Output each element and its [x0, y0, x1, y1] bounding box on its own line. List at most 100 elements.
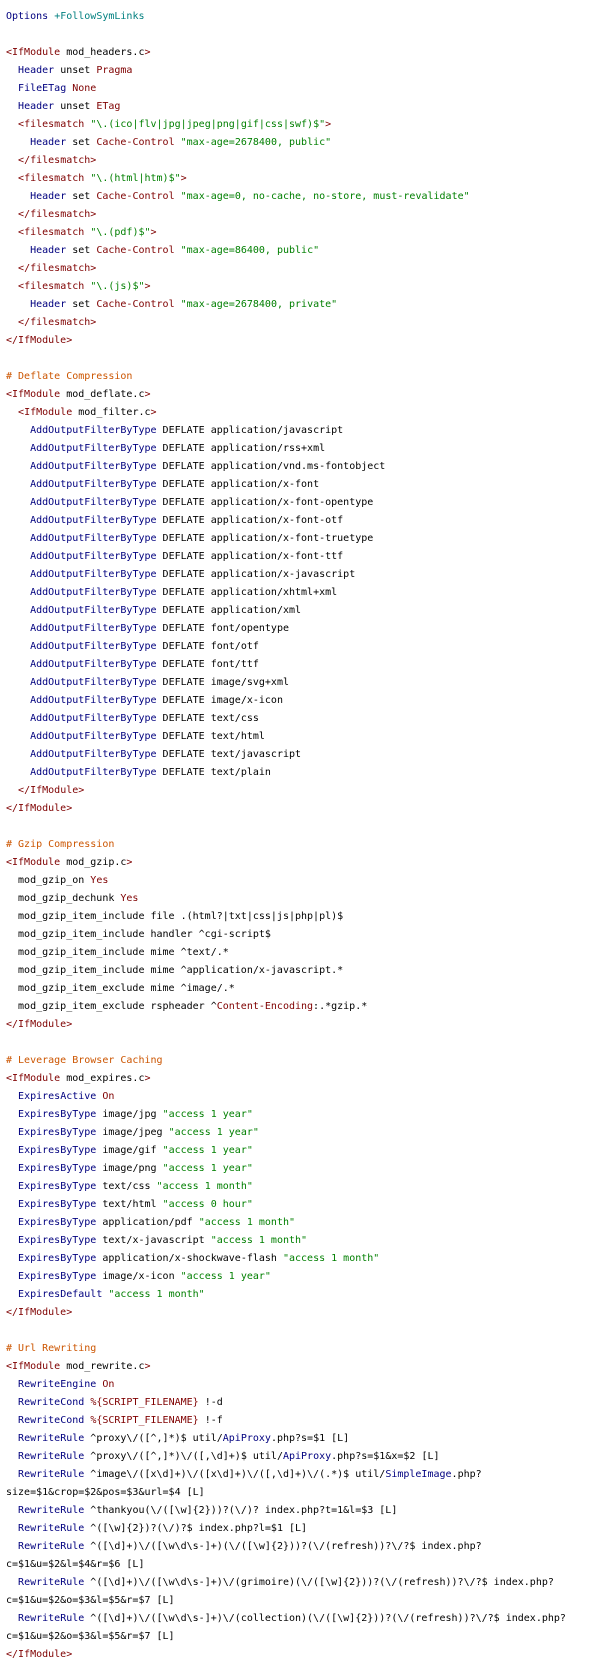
code-token: ApiProxy: [222, 1433, 271, 1444]
code-line: ExpiresByType image/jpeg "access 1 year": [6, 1124, 594, 1142]
code-line: ExpiresActive On: [6, 1088, 594, 1106]
code-line: RewriteRule ^proxy\/([^,]*)\/([,\d]+)$ u…: [6, 1448, 594, 1466]
code-token: AddOutputFilterByType: [30, 497, 157, 508]
code-token: RewriteCond: [18, 1415, 85, 1426]
code-token: ExpiresByType: [18, 1181, 97, 1192]
code-line: Header unset Pragma: [6, 62, 594, 80]
code-token: mod_gzip_item_include handler ^cgi-scrip…: [6, 929, 271, 940]
code-token: ExpiresByType: [18, 1271, 97, 1282]
code-token: mod_rewrite.c: [60, 1361, 145, 1372]
code-token: .php?: [451, 1469, 482, 1480]
code-line: <filesmatch "\.(pdf)$">: [6, 224, 594, 242]
code-token: ExpiresDefault: [18, 1289, 103, 1300]
code-token: DEFLATE application/javascript: [156, 425, 344, 436]
code-token: Cache-Control: [96, 191, 175, 202]
code-token: DEFLATE application/vnd.ms-fontobject: [156, 461, 386, 472]
code-token: "access 1 year": [162, 1163, 253, 1174]
code-line: AddOutputFilterByType DEFLATE applicatio…: [6, 530, 594, 548]
code-token: </filesmatch>: [18, 155, 97, 166]
code-line: AddOutputFilterByType DEFLATE font/ttf: [6, 656, 594, 674]
code-token: set: [66, 191, 97, 202]
code-token: Header: [30, 137, 67, 148]
code-line: RewriteRule ^([\d]+)\/([\w\d\s-]+)\/(gri…: [6, 1574, 594, 1592]
code-line: AddOutputFilterByType DEFLATE text/html: [6, 728, 594, 746]
code-token: "\.(ico|flv|jpg|jpeg|png|gif|css|swf)$": [90, 119, 326, 130]
code-token: RewriteRule: [18, 1433, 85, 1444]
code-token: AddOutputFilterByType: [30, 623, 157, 634]
code-token: .php?s=$1 [L]: [270, 1433, 350, 1444]
code-line: </filesmatch>: [6, 152, 594, 170]
code-token: image/jpg: [96, 1109, 163, 1120]
code-line: mod_gzip_item_include file .(html?|txt|c…: [6, 908, 594, 926]
code-line: ExpiresByType application/pdf "access 1 …: [6, 1214, 594, 1232]
code-token: Yes: [120, 893, 139, 904]
code-token: </IfModule>: [6, 1019, 73, 1030]
code-token: c=$1&u=$2&o=$3&l=$5&r=$7 [L]: [6, 1631, 175, 1642]
code-token: Header: [30, 191, 67, 202]
code-token: "max-age=86400, public": [180, 245, 320, 256]
code-line: Header unset ETag: [6, 98, 594, 116]
code-token: "max-age=2678400, private": [180, 299, 338, 310]
code-token: AddOutputFilterByType: [30, 695, 157, 706]
code-token: <IfModule: [6, 47, 61, 58]
code-line: # Deflate Compression: [6, 368, 594, 386]
code-token: RewriteEngine: [18, 1379, 97, 1390]
code-line: <IfModule mod_headers.c>: [6, 44, 594, 62]
code-token: Cache-Control: [96, 137, 175, 148]
code-token: >: [144, 47, 151, 58]
code-token: Options: [6, 11, 49, 22]
code-token: mod_gzip_on: [6, 875, 91, 886]
code-token: set: [66, 245, 97, 256]
code-token: >: [325, 119, 332, 130]
code-token: mod_gzip_item_include mime ^text/.*: [6, 947, 229, 958]
code-line: size=$1&crop=$2&pos=$3&url=$4 [L]: [6, 1484, 594, 1502]
code-line: </IfModule>: [6, 782, 594, 800]
code-line: AddOutputFilterByType DEFLATE text/css: [6, 710, 594, 728]
code-token: # Url Rewriting: [6, 1343, 97, 1354]
code-token: </IfModule>: [6, 803, 73, 814]
code-token: Header: [30, 245, 67, 256]
code-token: "access 1 month": [156, 1181, 253, 1192]
code-token: AddOutputFilterByType: [30, 731, 157, 742]
code-line: mod_gzip_on Yes: [6, 872, 594, 890]
code-line: ExpiresByType image/gif "access 1 year": [6, 1142, 594, 1160]
code-token: DEFLATE application/x-font-opentype: [156, 497, 374, 508]
code-token: %{SCRIPT_FILENAME}: [90, 1397, 199, 1408]
code-token: mod_expires.c: [60, 1073, 145, 1084]
code-line: </IfModule>: [6, 800, 594, 818]
code-token: AddOutputFilterByType: [30, 587, 157, 598]
code-line: Options +FollowSymLinks: [6, 8, 594, 26]
code-token: AddOutputFilterByType: [30, 443, 157, 454]
code-line: AddOutputFilterByType DEFLATE applicatio…: [6, 584, 594, 602]
code-token: <IfModule: [6, 389, 61, 400]
code-token: Cache-Control: [96, 299, 175, 310]
code-token: "\.(pdf)$": [90, 227, 151, 238]
code-token: <filesmatch: [18, 173, 85, 184]
code-token: "\.(js)$": [90, 281, 145, 292]
code-token: ApiProxy: [282, 1451, 332, 1462]
code-token: unset: [54, 65, 97, 76]
code-token: mod_gzip_item_exclude mime ^image/.*: [6, 983, 235, 994]
code-line: AddOutputFilterByType DEFLATE font/opent…: [6, 620, 594, 638]
